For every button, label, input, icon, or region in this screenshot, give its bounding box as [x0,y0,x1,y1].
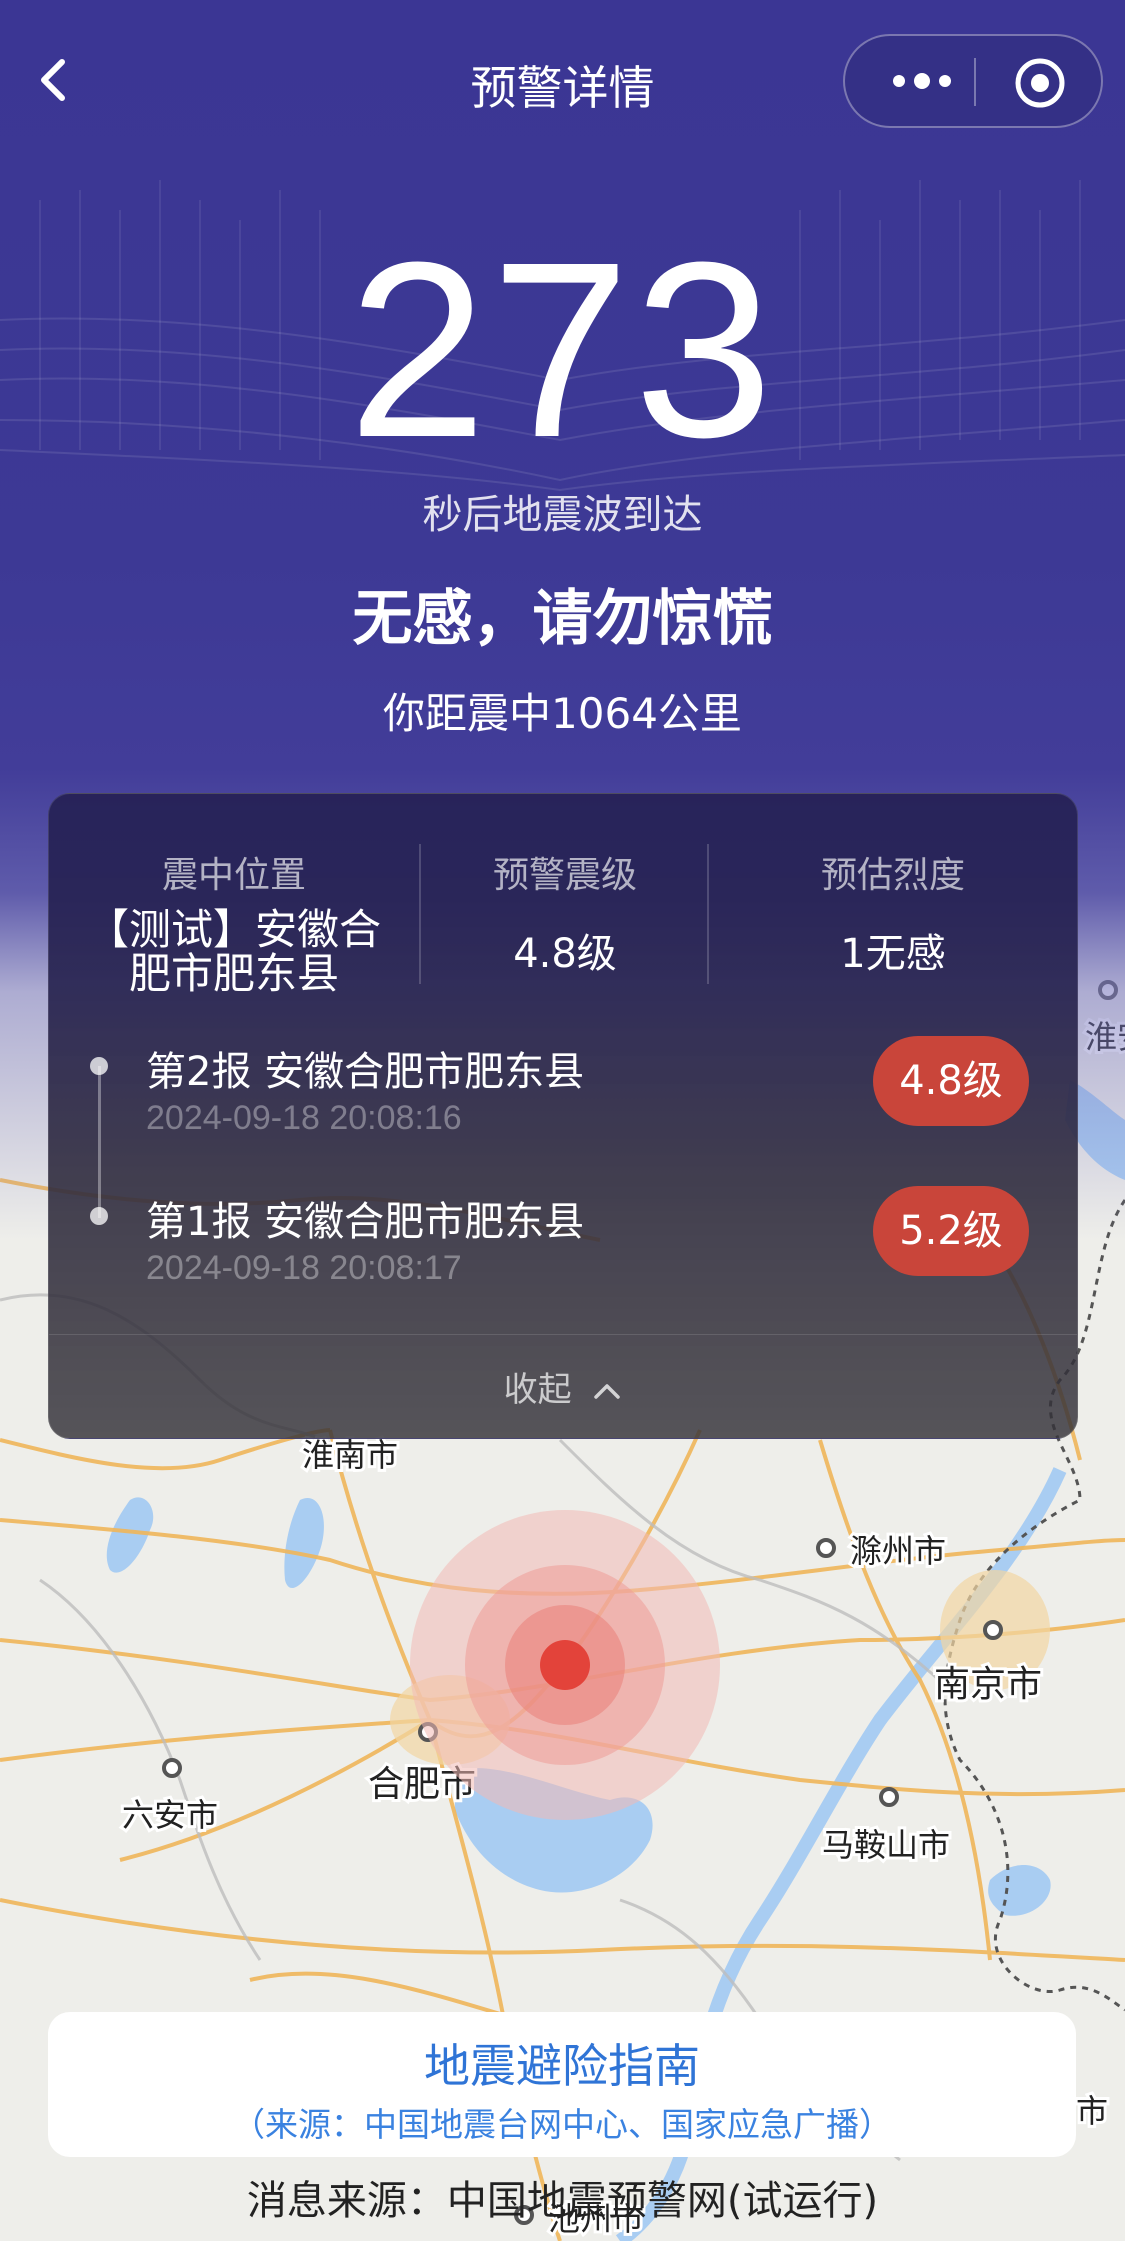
guide-title: 地震避险指南 [424,2039,700,2093]
warning-detail-panel: 震中位置 【测试】安徽合 肥市肥东县 预警震级 4.8级 预估烈度 1无感 第2… [48,793,1078,1439]
guide-source: （来源：中国地震台网中心、国家应急广播） [232,2105,892,2144]
city-label-nanjing: 南京市 [934,1664,1042,1705]
city-label-chuzhou: 滁州市 [850,1532,946,1570]
report-title: 第2报 安徽合肥市肥东县 [146,1049,585,1095]
estimated-intensity: 1无感 [840,931,946,977]
stat-label: 预估烈度 [820,855,965,896]
countdown-seconds: 273 [347,210,778,489]
warning-magnitude: 4.8级 [513,931,617,977]
mini-program-capsule [843,34,1103,128]
magnitude-badge: 4.8级 [873,1036,1029,1126]
distance-text: 你距震中1064公里 [383,689,742,738]
collapse-button[interactable]: 收起 [49,1362,1077,1411]
arrival-text: 秒后地震波到达 [422,492,703,538]
target-circle-icon [1015,58,1065,108]
close-mini-program-button[interactable] [1013,56,1067,110]
collapse-label: 收起 [503,1370,572,1410]
city-label-edge: 市 [1076,2092,1108,2130]
stat-label: 震中位置 [161,855,306,896]
more-dots-icon [893,73,951,89]
report-title: 第1报 安徽合肥市肥东县 [146,1199,585,1245]
chevron-up-icon [594,1384,621,1399]
feeling-message: 无感，请勿惊慌 [352,584,773,654]
city-label-maanshan: 马鞍山市 [822,1826,950,1864]
city-label-luan: 六安市 [122,1796,218,1834]
timeline-dot [90,1207,108,1225]
stat-label: 预警震级 [492,855,637,896]
epicenter-location-line2: 肥市肥东县 [128,949,339,998]
capsule-divider [974,58,976,106]
magnitude-badge: 5.2级 [873,1186,1029,1276]
message-source: 消息来源：中国地震预警网(试运行) [246,2178,879,2224]
city-label-huainan: 淮南市 [302,1436,398,1474]
epicenter-marker [410,1510,720,1820]
more-button[interactable] [885,66,955,96]
timeline-line [98,1066,101,1218]
earthquake-safety-guide-card[interactable]: 地震避险指南 （来源：中国地震台网中心、国家应急广播） [48,2012,1076,2157]
report-time: 2024-09-18 20:08:16 [146,1099,462,1137]
timeline-dot [90,1057,108,1075]
report-time: 2024-09-18 20:08:17 [146,1249,462,1287]
divider [49,1334,1077,1335]
